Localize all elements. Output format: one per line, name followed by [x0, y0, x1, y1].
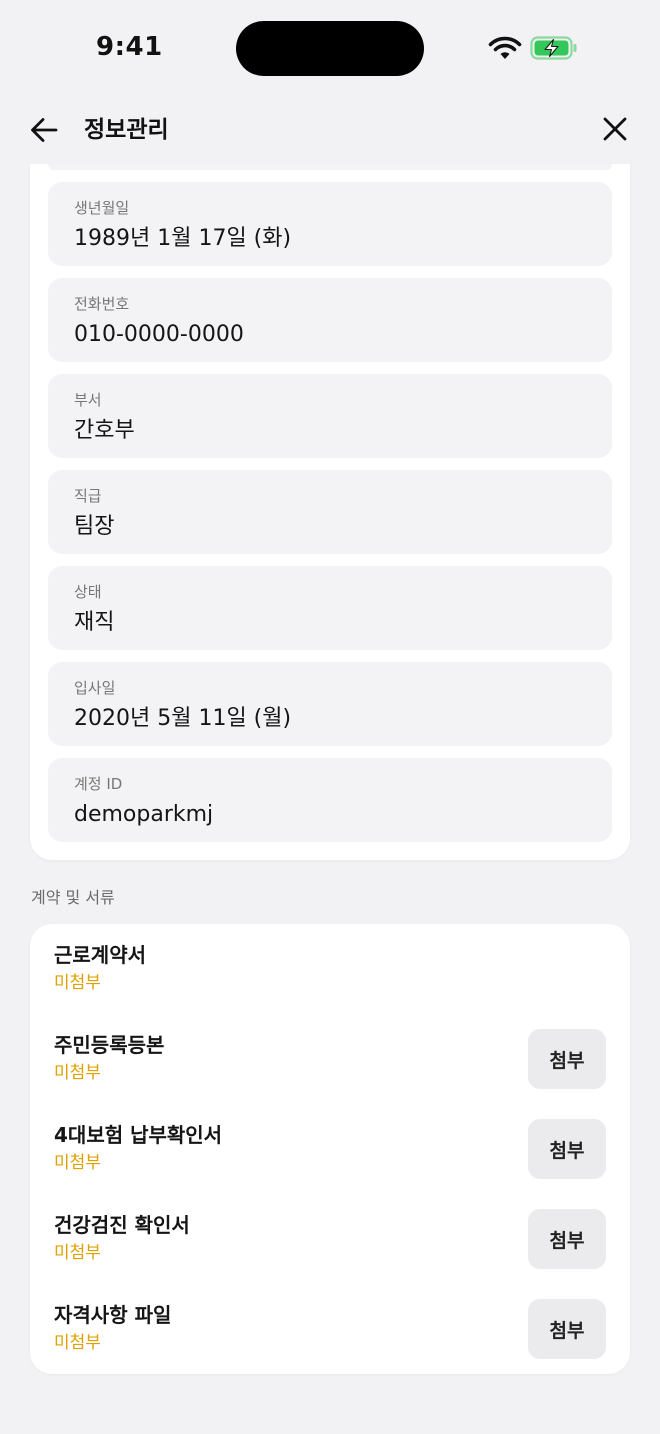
document-status: 미첨부 — [54, 1243, 101, 1263]
field-label: 부서 — [74, 391, 102, 409]
document-status: 미첨부 — [54, 1063, 101, 1083]
field-status[interactable]: 상태 재직 — [48, 566, 612, 650]
close-icon[interactable] — [598, 112, 632, 146]
document-row-resident-registration: 주민등록등본 미첨부 첨부 — [30, 1014, 630, 1104]
field-department[interactable]: 부서 간호부 — [48, 374, 612, 458]
section-title-documents: 계약 및 서류 — [31, 888, 115, 907]
field-label: 전화번호 — [74, 295, 130, 313]
field-value: 재직 — [74, 610, 115, 635]
documents-card: 근로계약서 미첨부 주민등록등본 미첨부 첨부 4대보험 납부확인서 미첨부 첨… — [30, 924, 630, 1374]
field-label: 입사일 — [74, 679, 116, 697]
field-value: 간호부 — [74, 418, 135, 443]
document-row-health-checkup: 건강검진 확인서 미첨부 첨부 — [30, 1194, 630, 1284]
previous-field-edge — [48, 164, 612, 170]
field-birthdate[interactable]: 생년월일 1989년 1월 17일 (화) — [48, 182, 612, 266]
attach-button[interactable]: 첨부 — [528, 1119, 606, 1179]
document-name: 주민등록등본 — [54, 1033, 165, 1057]
field-value: demoparkmj — [74, 802, 214, 827]
document-name: 건강검진 확인서 — [54, 1213, 190, 1237]
document-status: 미첨부 — [54, 1333, 101, 1353]
document-status: 미첨부 — [54, 1153, 101, 1173]
attach-button[interactable]: 첨부 — [528, 1299, 606, 1359]
document-name: 4대보험 납부확인서 — [54, 1123, 223, 1147]
field-label: 생년월일 — [74, 199, 130, 217]
arrow-left-icon[interactable] — [26, 112, 62, 148]
field-value: 1989년 1월 17일 (화) — [74, 226, 292, 251]
document-row-insurance-confirmation: 4대보험 납부확인서 미첨부 첨부 — [30, 1104, 630, 1194]
wifi-icon — [488, 36, 522, 59]
attach-button[interactable]: 첨부 — [528, 1209, 606, 1269]
info-card: 생년월일 1989년 1월 17일 (화) 전화번호 010-0000-0000… — [30, 164, 630, 860]
field-label: 상태 — [74, 583, 102, 601]
dynamic-island — [236, 21, 424, 76]
attach-button[interactable]: 첨부 — [528, 1029, 606, 1089]
document-status: 미첨부 — [54, 973, 101, 993]
field-label: 직급 — [74, 487, 102, 505]
status-time: 9:41 — [96, 32, 163, 62]
document-row-qualification-file: 자격사항 파일 미첨부 첨부 — [30, 1284, 630, 1374]
field-account-id[interactable]: 계정 ID demoparkmj — [48, 758, 612, 842]
document-name: 자격사항 파일 — [54, 1303, 172, 1327]
document-name: 근로계약서 — [54, 943, 146, 967]
battery-charging-icon — [530, 36, 577, 60]
nav-header: 정보관리 — [0, 96, 660, 164]
field-label: 계정 ID — [74, 775, 123, 793]
field-value: 2020년 5월 11일 (월) — [74, 706, 292, 731]
document-row-employment-contract: 근로계약서 미첨부 — [30, 924, 630, 1014]
field-position[interactable]: 직급 팀장 — [48, 470, 612, 554]
field-hire-date[interactable]: 입사일 2020년 5월 11일 (월) — [48, 662, 612, 746]
status-bar: 9:41 — [0, 0, 660, 96]
page-title: 정보관리 — [84, 117, 169, 143]
field-value: 010-0000-0000 — [74, 322, 244, 347]
field-phone[interactable]: 전화번호 010-0000-0000 — [48, 278, 612, 362]
field-value: 팀장 — [74, 514, 115, 539]
